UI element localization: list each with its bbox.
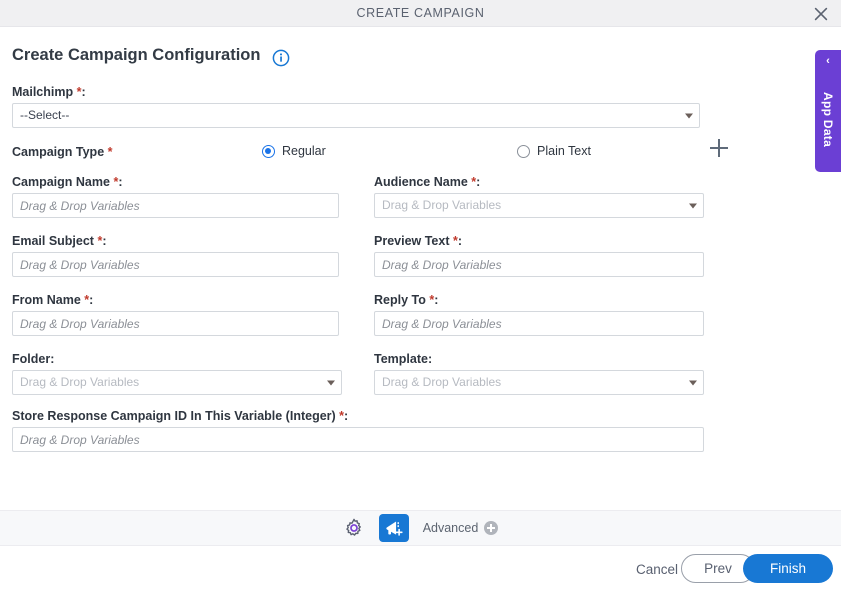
label-reply-to: Reply To *: [374, 293, 439, 307]
radio-label-plain-text: Plain Text [537, 144, 591, 158]
field-store-response: Store Response Campaign ID In This Varia… [12, 409, 704, 452]
field-reply-to: Reply To *: [374, 293, 704, 336]
chevron-left-icon: ‹ [826, 55, 830, 67]
radio-label-regular: Regular [282, 144, 326, 158]
radio-mark-plain-text [517, 144, 530, 158]
audience-name-select[interactable]: Drag & Drop Variables [374, 193, 704, 218]
field-email-subject: Email Subject *: [12, 234, 339, 277]
mailchimp-select[interactable]: --Select-- [12, 103, 700, 128]
label-store-response: Store Response Campaign ID In This Varia… [12, 409, 349, 423]
label-from-name: From Name *: [12, 293, 94, 307]
info-icon[interactable] [272, 49, 290, 67]
label-campaign-name: Campaign Name *: [12, 175, 123, 189]
field-folder: Folder: Drag & Drop Variables [12, 352, 342, 395]
advanced-label: Advanced [422, 521, 479, 535]
template-select-wrap: Drag & Drop Variables [374, 370, 704, 395]
template-select[interactable]: Drag & Drop Variables [374, 370, 704, 395]
label-mailchimp: Mailchimp *: [12, 85, 86, 99]
field-preview-text: Preview Text *: [374, 234, 704, 277]
preview-text-input[interactable] [374, 252, 704, 277]
label-email-subject: Email Subject *: [12, 234, 107, 248]
dialog-titlebar: CREATE CAMPAIGN [0, 0, 841, 27]
dialog-body: Create Campaign Configuration Mailchimp … [0, 28, 841, 510]
field-audience-name: Audience Name *: Drag & Drop Variables [374, 175, 704, 218]
audience-name-select-wrap: Drag & Drop Variables [374, 193, 704, 218]
label-audience-name: Audience Name *: [374, 175, 481, 189]
dialog-title: CREATE CAMPAIGN [356, 6, 485, 20]
bottom-toolbar: Advanced [0, 510, 841, 546]
cancel-button[interactable]: Cancel [632, 557, 682, 582]
field-campaign-name: Campaign Name *: [12, 175, 339, 218]
label-preview-text: Preview Text *: [374, 234, 463, 248]
label-folder: Folder: [12, 352, 55, 366]
field-mailchimp: Mailchimp *: --Select-- [12, 85, 700, 128]
campaign-type-radio-group: Regular Plain Text [0, 144, 841, 164]
create-campaign-dialog: CREATE CAMPAIGN Create Campaign Configur… [0, 0, 841, 593]
advanced-button[interactable]: Advanced [423, 521, 499, 535]
field-from-name: From Name *: [12, 293, 339, 336]
gear-icon[interactable] [343, 517, 365, 539]
store-response-input[interactable] [12, 427, 704, 452]
label-template: Template: [374, 352, 433, 366]
email-subject-input[interactable] [12, 252, 339, 277]
megaphone-add-icon[interactable] [378, 514, 409, 542]
dialog-footer: Cancel Prev Finish [0, 547, 841, 593]
mailchimp-select-wrap: --Select-- [12, 103, 700, 128]
folder-select-wrap: Drag & Drop Variables [12, 370, 342, 395]
radio-mark-regular [262, 144, 275, 158]
plus-circle-icon[interactable] [484, 521, 499, 535]
from-name-input[interactable] [12, 311, 339, 336]
app-data-label: App Data [821, 92, 835, 148]
reply-to-input[interactable] [374, 311, 704, 336]
radio-option-regular[interactable]: Regular [262, 144, 326, 158]
app-data-panel-tab[interactable]: ‹ App Data [815, 50, 841, 172]
finish-button[interactable]: Finish [743, 554, 833, 583]
radio-option-plain-text[interactable]: Plain Text [517, 144, 591, 158]
close-icon[interactable] [809, 2, 833, 26]
page-title: Create Campaign Configuration [12, 46, 261, 64]
campaign-name-input[interactable] [12, 193, 339, 218]
folder-select[interactable]: Drag & Drop Variables [12, 370, 342, 395]
field-template: Template: Drag & Drop Variables [374, 352, 704, 395]
